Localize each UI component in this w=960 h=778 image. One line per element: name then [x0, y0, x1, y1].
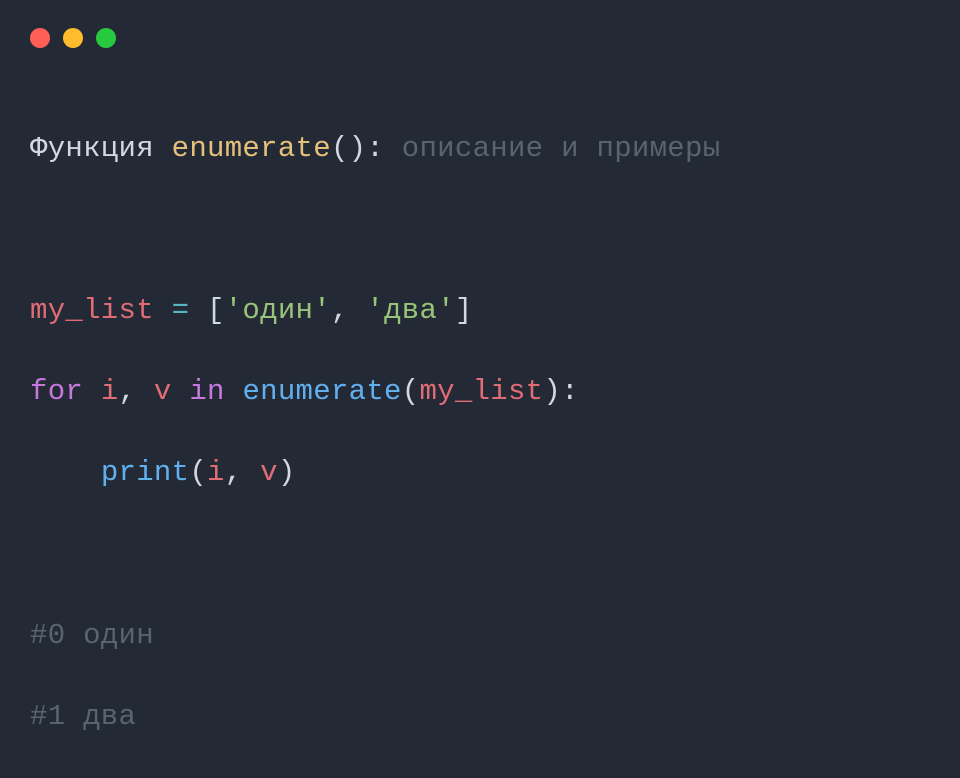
operator: =	[172, 294, 190, 327]
func-name: enumerate	[172, 132, 331, 165]
window-controls	[0, 0, 960, 48]
comment: описание и примеры	[402, 132, 721, 165]
minimize-icon[interactable]	[63, 28, 83, 48]
identifier: v	[260, 456, 278, 489]
code-line: Функция enumerate(): описание и примеры	[30, 129, 930, 170]
punct	[154, 294, 172, 327]
punct	[83, 375, 101, 408]
blank-line	[30, 535, 930, 576]
keyword: for	[30, 375, 83, 408]
zoom-icon[interactable]	[96, 28, 116, 48]
string: 'один'	[225, 294, 331, 327]
punct	[172, 375, 190, 408]
code-line: #1 два	[30, 697, 930, 738]
code-line: for i, v in enumerate(my_list):	[30, 372, 930, 413]
code-text: :	[366, 132, 401, 165]
code-line: my_list = ['один', 'два']	[30, 291, 930, 332]
comment: #0 один	[30, 619, 154, 652]
punct: (	[331, 132, 349, 165]
punct: ,	[331, 294, 366, 327]
paren: (	[189, 456, 207, 489]
string: 'два'	[366, 294, 455, 327]
indent	[30, 456, 101, 489]
code-block: Функция enumerate(): описание и примеры …	[0, 48, 960, 778]
paren: (	[402, 375, 420, 408]
code-line: #0 один	[30, 616, 930, 657]
comment: #1 два	[30, 700, 136, 733]
identifier: i	[207, 456, 225, 489]
punct: )	[349, 132, 367, 165]
punct	[225, 375, 243, 408]
identifier: my_list	[419, 375, 543, 408]
paren: )	[543, 375, 561, 408]
identifier: v	[154, 375, 172, 408]
blank-line	[30, 210, 930, 251]
punct: :	[561, 375, 579, 408]
identifier: i	[101, 375, 119, 408]
bracket: [	[207, 294, 225, 327]
builtin: enumerate	[242, 375, 401, 408]
close-icon[interactable]	[30, 28, 50, 48]
punct	[189, 294, 207, 327]
punct: ,	[119, 375, 154, 408]
code-line: print(i, v)	[30, 453, 930, 494]
keyword: in	[189, 375, 224, 408]
code-text: Функция	[30, 132, 172, 165]
builtin: print	[101, 456, 190, 489]
bracket: ]	[455, 294, 473, 327]
punct: ,	[225, 456, 260, 489]
identifier: my_list	[30, 294, 154, 327]
paren: )	[278, 456, 296, 489]
